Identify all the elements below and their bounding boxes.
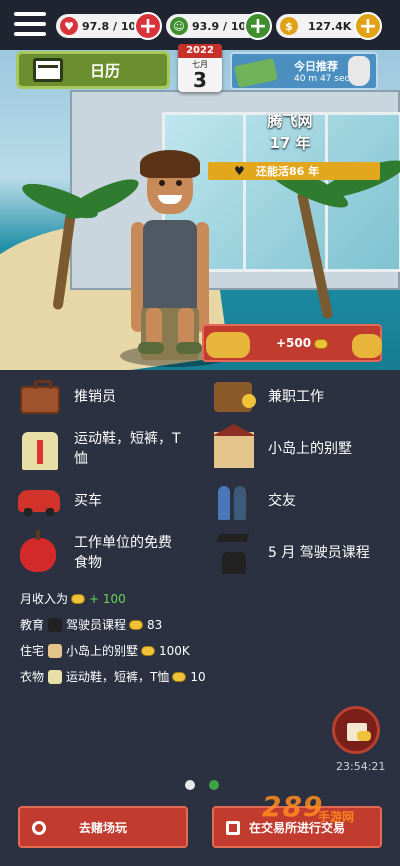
casino-button[interactable]: 去赌场玩	[18, 806, 188, 848]
character-scene	[0, 50, 400, 370]
driving-course-item[interactable]: 5 月 驾驶员课程	[212, 532, 370, 574]
today-recommend-timer: 40 m 47 sec	[294, 74, 350, 84]
housing-item: 小岛上的别墅	[66, 644, 139, 658]
money-value: 127.4K	[308, 19, 352, 33]
today-recommend-title: 今日推荐	[294, 60, 338, 73]
education-cost: 83	[147, 617, 163, 632]
income-value: + 100	[89, 591, 126, 606]
page-indicator	[185, 780, 219, 790]
wallet-icon	[214, 382, 256, 412]
smiley-icon: ☺	[170, 17, 188, 35]
clothing-line: 衣物 运动鞋，短裤，T恤 10	[20, 668, 206, 685]
villa-icon	[48, 643, 63, 658]
casino-chip-icon	[32, 821, 46, 835]
shirt-icon	[22, 432, 58, 470]
clothing-item: 运动鞋，短裤，T恤	[66, 670, 170, 684]
date-card: 2022 七月 3	[178, 44, 222, 92]
menu-icon[interactable]	[14, 12, 46, 38]
life-expectancy-bar: ♥ 还能活86 年	[208, 162, 380, 180]
coin-icon	[314, 338, 329, 349]
life-expectancy-text: 还能活86 年	[256, 165, 320, 178]
education-item: 驾驶员课程	[66, 618, 127, 632]
calendar-icon	[33, 58, 63, 82]
dating-item[interactable]: 交友	[212, 480, 296, 522]
page-dot-2[interactable]	[209, 780, 219, 790]
housing-cost: 100K	[159, 643, 190, 658]
housing-line: 住宅 小岛上的别墅 100K	[20, 642, 190, 659]
item-label: 小岛上的别墅	[268, 441, 352, 457]
item-label: 运动鞋，短裤，T 恤	[74, 431, 181, 467]
item-label: 5 月 驾驶员课程	[268, 545, 370, 561]
buy-car-item[interactable]: 买车	[18, 480, 102, 522]
income-label: 月收入为	[20, 592, 69, 606]
job-salesman-item[interactable]: 推销员	[18, 376, 116, 418]
monthly-income-line: 月收入为 + 100	[20, 590, 126, 607]
item-label: 工作单位的免费 食物	[74, 535, 172, 571]
broken-heart-icon: ♥	[234, 164, 245, 178]
bonus-coins-button[interactable]: +500	[202, 324, 382, 362]
page-dot-1[interactable]	[185, 780, 195, 790]
top-status-bar: ♥ 97.8 / 100 + ☺ 93.9 / 100 + $ 127.4K +	[0, 0, 400, 50]
calendar-button[interactable]: 日历	[16, 51, 170, 89]
clothing-item[interactable]: 运动鞋，短裤，T 恤	[18, 428, 181, 470]
coins-icon	[172, 671, 187, 682]
watermark-logo: 289	[262, 790, 324, 823]
date-year: 2022	[178, 44, 222, 58]
couple-icon	[218, 480, 250, 522]
item-label: 买车	[74, 493, 102, 509]
add-money-button[interactable]: +	[354, 12, 382, 40]
coins-icon	[141, 645, 156, 656]
coins-icon	[71, 593, 86, 604]
part-time-job-item[interactable]: 兼职工作	[212, 376, 324, 418]
money-bag-icon	[348, 56, 370, 86]
today-recommend-button[interactable]: 今日推荐 40 m 47 sec	[230, 52, 378, 90]
add-health-button[interactable]: +	[134, 12, 162, 40]
add-happiness-button[interactable]: +	[244, 12, 272, 40]
housing-label: 住宅	[20, 644, 45, 658]
education-label: 教育	[20, 618, 45, 632]
chart-icon	[226, 821, 240, 835]
education-line: 教育 驾驶员课程 83	[20, 616, 162, 633]
car-icon	[18, 490, 60, 516]
gift-button[interactable]	[332, 706, 380, 754]
date-day: 3	[193, 68, 207, 92]
heart-icon: ♥	[60, 17, 78, 35]
clock-text: 23:54:21	[336, 760, 386, 773]
villa-icon	[212, 424, 256, 468]
bonus-label: +500	[276, 336, 329, 350]
clothing-label: 衣物	[20, 670, 45, 684]
cash-icon	[234, 58, 278, 88]
watermark-text: 手游网	[318, 810, 355, 824]
free-food-item[interactable]: 工作单位的免费 食物	[18, 530, 172, 574]
briefcase-icon	[20, 380, 60, 414]
item-label: 兼职工作	[268, 389, 324, 405]
apple-icon	[20, 530, 56, 572]
shirt-icon	[48, 669, 63, 684]
character-name: 腾飞网	[267, 112, 313, 130]
calendar-label: 日历	[89, 61, 120, 80]
villa-item[interactable]: 小岛上的别墅	[212, 424, 352, 470]
coin-pile-icon	[352, 334, 382, 358]
clothing-cost: 10	[190, 669, 206, 684]
character-age: 17 年	[269, 134, 311, 152]
coins-icon: $	[280, 17, 298, 35]
casino-label: 去赌场玩	[78, 820, 127, 835]
graduate-icon	[218, 534, 248, 574]
item-label: 交友	[268, 493, 296, 509]
coins-icon	[129, 619, 144, 630]
graduate-icon	[48, 617, 63, 632]
item-label: 推销员	[74, 389, 116, 405]
coin-pile-icon	[206, 332, 250, 358]
